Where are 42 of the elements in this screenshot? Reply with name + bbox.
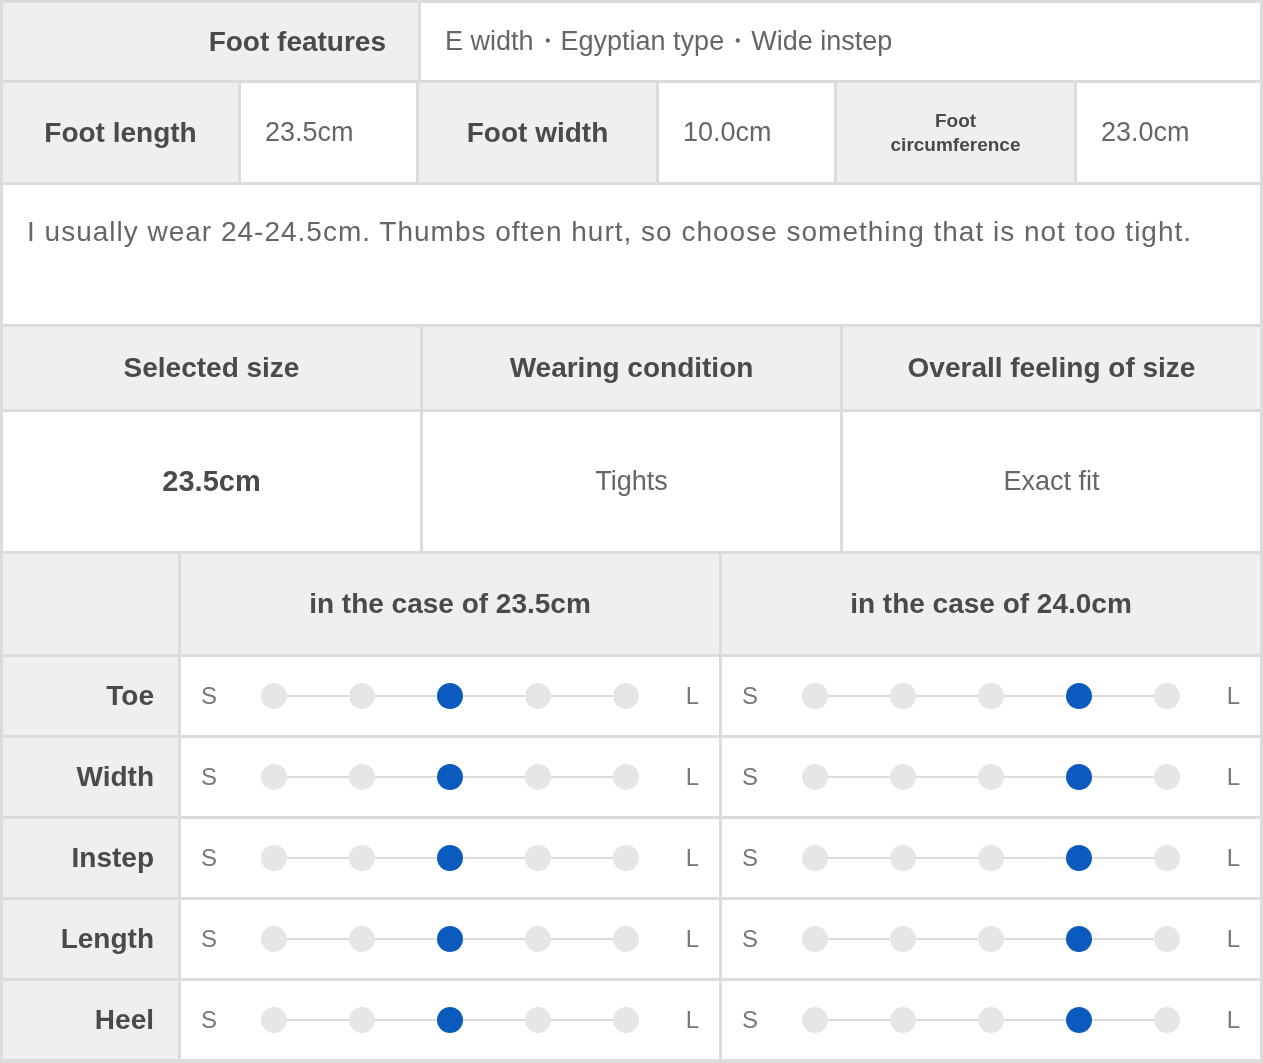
scale-max-label: L: [684, 924, 699, 954]
scale-max-label: L: [1225, 1005, 1240, 1035]
header-cell: Selected size: [3, 327, 420, 409]
scale-min-label: S: [201, 762, 218, 792]
table-cell: 10.0cm: [659, 83, 834, 182]
column-header: in the case of 23.5cm: [181, 554, 719, 654]
scale-min-label: S: [201, 924, 218, 954]
row-header: Instep: [3, 819, 178, 897]
scale-min-label: S: [742, 924, 759, 954]
table-cell: 23.5cm: [241, 83, 416, 182]
scale-min-label: S: [201, 681, 218, 711]
scale-max-label: L: [1225, 843, 1240, 873]
table-cell: E width・Egyptian type・Wide instep: [421, 3, 1260, 80]
row-header: Length: [3, 900, 178, 978]
scale-min-label: S: [201, 1005, 218, 1035]
scale-max-label: L: [684, 843, 699, 873]
header-cell: Overall feeling of size: [843, 327, 1260, 409]
row-header: Toe: [3, 657, 178, 735]
scale-min-label: S: [742, 843, 759, 873]
scale-max-label: L: [1225, 681, 1240, 711]
scale-max-label: L: [1225, 762, 1240, 792]
header-cell: Wearing condition: [423, 327, 840, 409]
header-cell: Foot features: [3, 3, 418, 80]
column-header: in the case of 24.0cm: [722, 554, 1260, 654]
scale-max-label: L: [1225, 924, 1240, 954]
scale-min-label: S: [742, 1005, 759, 1035]
scale-min-label: S: [742, 762, 759, 792]
header-cell: Foot length: [3, 83, 238, 182]
scale-max-label: L: [684, 762, 699, 792]
table-cell: Exact fit: [843, 412, 1260, 551]
header-cell: Foot circumference: [837, 83, 1074, 182]
row-header: Heel: [3, 981, 178, 1059]
scale-min-label: S: [742, 681, 759, 711]
scale-max-label: L: [684, 681, 699, 711]
comment-text: I usually wear 24-24.5cm. Thumbs often hurt, so choose something that is not too tight.: [27, 215, 1194, 249]
scale-min-label: S: [201, 843, 218, 873]
table-cell: 23.5cm: [3, 412, 420, 551]
table-cell: 23.0cm: [1077, 83, 1260, 182]
scale-max-label: L: [684, 1005, 699, 1035]
row-header: Width: [3, 738, 178, 816]
table-cell: Tights: [423, 412, 840, 551]
header-cell: Foot width: [419, 83, 656, 182]
